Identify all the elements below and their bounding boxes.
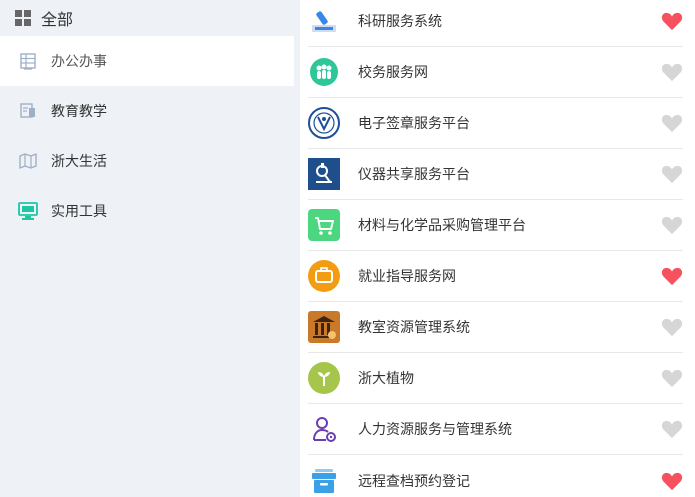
map-icon — [18, 151, 38, 171]
list-item[interactable]: 科研服务系统 — [308, 0, 683, 47]
service-name: 人力资源服务与管理系统 — [358, 421, 512, 437]
table-icon — [18, 51, 38, 71]
category-all[interactable]: 全部 — [0, 0, 300, 36]
category-sidebar: 全部 办公办事 教育教学 浙大生活 实用工具 — [0, 0, 300, 497]
sprout-icon — [308, 362, 340, 394]
service-name: 就业指导服务网 — [358, 268, 456, 284]
list-item[interactable]: 电子签章服务平台 — [308, 98, 683, 149]
favorite-heart-icon[interactable] — [661, 317, 683, 337]
favorite-heart-icon[interactable] — [661, 164, 683, 184]
list-item[interactable]: 人力资源服务与管理系统 — [308, 404, 683, 455]
service-name: 仪器共享服务平台 — [358, 166, 470, 182]
board-icon — [18, 101, 38, 121]
service-name: 浙大植物 — [358, 370, 414, 386]
briefcase-icon — [308, 260, 340, 292]
favorite-heart-icon[interactable] — [661, 113, 683, 133]
service-list: 科研服务系统 校务服务网 电子签章服务平台 仪器共享服务平台 材料与化学品采购管… — [300, 0, 695, 497]
sidebar-item-teaching[interactable]: 教育教学 — [0, 86, 300, 136]
service-name: 教室资源管理系统 — [358, 319, 470, 335]
list-item[interactable]: 远程查档预约登记 — [308, 455, 683, 497]
favorite-heart-icon[interactable] — [661, 62, 683, 82]
sidebar-item-label: 浙大生活 — [51, 153, 107, 169]
service-name: 校务服务网 — [358, 64, 428, 80]
favorite-heart-icon[interactable] — [661, 471, 683, 491]
microscope-icon — [308, 5, 340, 37]
service-name: 材料与化学品采购管理平台 — [358, 217, 526, 233]
person-gear-icon — [308, 413, 340, 445]
sidebar-item-label: 办公办事 — [51, 53, 107, 69]
list-item[interactable]: 材料与化学品采购管理平台 — [308, 200, 683, 251]
service-name: 远程查档预约登记 — [358, 472, 470, 489]
sidebar-item-tools[interactable]: 实用工具 — [0, 186, 300, 236]
grid-icon — [15, 10, 31, 26]
list-item[interactable]: 校务服务网 — [308, 47, 683, 98]
list-item[interactable]: 浙大植物 — [308, 353, 683, 404]
favorite-heart-icon[interactable] — [661, 368, 683, 388]
sidebar-item-office[interactable]: 办公办事 — [0, 36, 294, 86]
microscope-square-icon — [308, 158, 340, 190]
category-all-label: 全部 — [41, 12, 74, 29]
cart-icon — [308, 209, 340, 241]
favorite-heart-icon[interactable] — [661, 266, 683, 286]
favorite-heart-icon[interactable] — [661, 11, 683, 31]
classroom-icon — [308, 311, 340, 343]
list-item[interactable]: 就业指导服务网 — [308, 251, 683, 302]
favorite-heart-icon[interactable] — [661, 215, 683, 235]
list-item[interactable]: 仪器共享服务平台 — [308, 149, 683, 200]
monitor-tool-icon — [18, 201, 38, 221]
service-name: 科研服务系统 — [358, 13, 442, 29]
service-name: 电子签章服务平台 — [358, 115, 470, 131]
people-circle-icon — [308, 56, 340, 88]
sidebar-item-label: 教育教学 — [51, 103, 107, 119]
archive-box-icon — [308, 465, 340, 497]
university-seal-icon — [308, 107, 340, 139]
list-item[interactable]: 教室资源管理系统 — [308, 302, 683, 353]
favorite-heart-icon[interactable] — [661, 419, 683, 439]
sidebar-item-life[interactable]: 浙大生活 — [0, 136, 300, 186]
sidebar-item-label: 实用工具 — [51, 203, 107, 219]
